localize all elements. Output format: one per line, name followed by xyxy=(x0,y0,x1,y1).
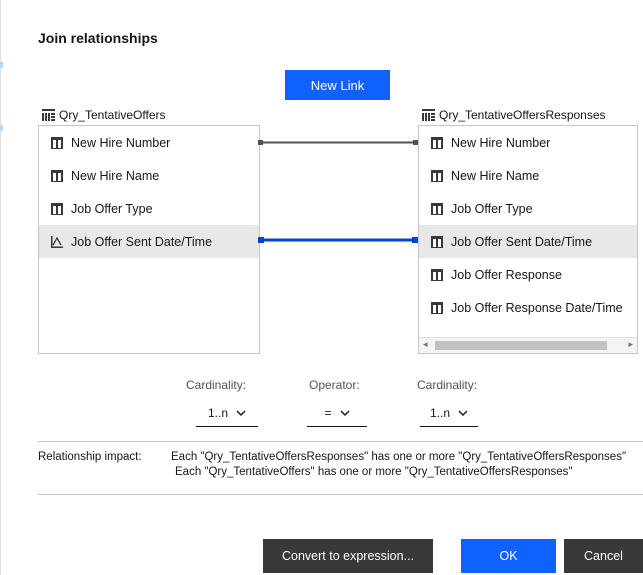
convert-to-expression-button[interactable]: Convert to expression... xyxy=(263,539,433,573)
query-subject-icon xyxy=(42,109,55,121)
left-column-item[interactable]: New Hire Name xyxy=(39,159,259,192)
cancel-button[interactable]: Cancel xyxy=(564,539,643,573)
left-table-columns: New Hire Number New Hire Name Job Offer … xyxy=(38,125,260,354)
section-divider xyxy=(38,494,643,495)
section-divider xyxy=(38,441,643,442)
column-label: New Hire Number xyxy=(71,135,171,150)
column-label: Job Offer Type xyxy=(71,201,153,216)
join-link-selected[interactable] xyxy=(258,237,418,243)
new-link-button[interactable]: New Link xyxy=(285,70,390,100)
right-table-name: Qry_TentativeOffersResponses xyxy=(439,108,606,122)
column-label: Job Offer Sent Date/Time xyxy=(451,234,593,249)
column-icon xyxy=(431,235,443,248)
column-icon xyxy=(51,169,63,182)
left-column-item-selected[interactable]: Job Offer Sent Date/Time xyxy=(39,225,259,258)
column-icon xyxy=(51,202,63,215)
right-table-header: Qry_TentativeOffersResponses xyxy=(422,108,606,122)
right-column-item[interactable]: Job Offer Response Date/Time xyxy=(419,291,637,324)
relationship-impact-line2: Each "Qry_TentativeOffers" has one or mo… xyxy=(175,466,573,478)
right-cardinality-value: 1..n xyxy=(429,406,450,420)
column-label: New Hire Number xyxy=(451,135,551,150)
timestamp-icon xyxy=(51,235,63,248)
column-label: Job Offer Response Date/Time xyxy=(451,300,623,315)
column-icon xyxy=(51,136,63,149)
operator-label: Operator: xyxy=(309,378,360,392)
left-cardinality-label: Cardinality: xyxy=(186,378,247,392)
scrollbar-thumb[interactable] xyxy=(435,341,607,350)
right-column-item[interactable]: Job Offer Response xyxy=(419,258,637,291)
scroll-left-icon[interactable]: ◂ xyxy=(423,339,428,350)
left-cardinality-value: 1..n xyxy=(207,406,228,420)
left-table-header: Qry_TentativeOffers xyxy=(42,108,166,122)
horizontal-scrollbar[interactable]: ◂ ▸ xyxy=(419,337,637,353)
relationship-impact-line1: Each "Qry_TentativeOffersResponses" has … xyxy=(171,451,627,463)
ok-button[interactable]: OK xyxy=(461,539,556,573)
left-column-item[interactable]: Job Offer Type xyxy=(39,192,259,225)
column-icon xyxy=(431,202,443,215)
query-subject-icon xyxy=(422,109,435,121)
chevron-down-icon xyxy=(458,410,468,416)
column-label: Job Offer Type xyxy=(451,201,533,216)
chevron-down-icon xyxy=(340,410,349,416)
column-label: Job Offer Sent Date/Time xyxy=(71,234,213,249)
column-icon xyxy=(431,136,443,149)
right-cardinality-label: Cardinality: xyxy=(417,378,478,392)
column-label: Job Offer Response xyxy=(451,267,562,282)
right-column-item-selected[interactable]: Job Offer Sent Date/Time xyxy=(419,225,637,258)
column-icon xyxy=(431,169,443,182)
left-column-item[interactable]: New Hire Number xyxy=(39,126,259,159)
relationship-impact-label: Relationship impact: xyxy=(38,451,142,463)
right-column-item[interactable]: New Hire Name xyxy=(419,159,637,192)
left-table-name: Qry_TentativeOffers xyxy=(59,108,166,122)
scroll-right-icon[interactable]: ▸ xyxy=(628,339,633,350)
right-column-item[interactable]: Job Offer Type xyxy=(419,192,637,225)
join-link[interactable] xyxy=(258,140,418,145)
background-window-marker xyxy=(0,125,3,131)
operator-value: = xyxy=(324,406,332,420)
background-window-edge xyxy=(0,0,1,575)
column-label: New Hire Name xyxy=(451,168,540,183)
relationship-impact: Relationship impact: Each "Qry_TentativeO… xyxy=(38,450,626,480)
right-column-item[interactable]: New Hire Number xyxy=(419,126,637,159)
column-label: New Hire Name xyxy=(71,168,160,183)
column-icon xyxy=(431,268,443,281)
right-table-columns: New Hire Number New Hire Name Job Offer … xyxy=(418,125,638,354)
chevron-down-icon xyxy=(236,410,246,416)
right-cardinality-dropdown[interactable]: 1..n xyxy=(420,400,478,427)
column-icon xyxy=(431,301,443,314)
left-cardinality-dropdown[interactable]: 1..n xyxy=(196,400,258,427)
background-window-marker xyxy=(0,62,3,68)
operator-dropdown[interactable]: = xyxy=(307,400,367,427)
dialog-title: Join relationships xyxy=(38,30,158,46)
